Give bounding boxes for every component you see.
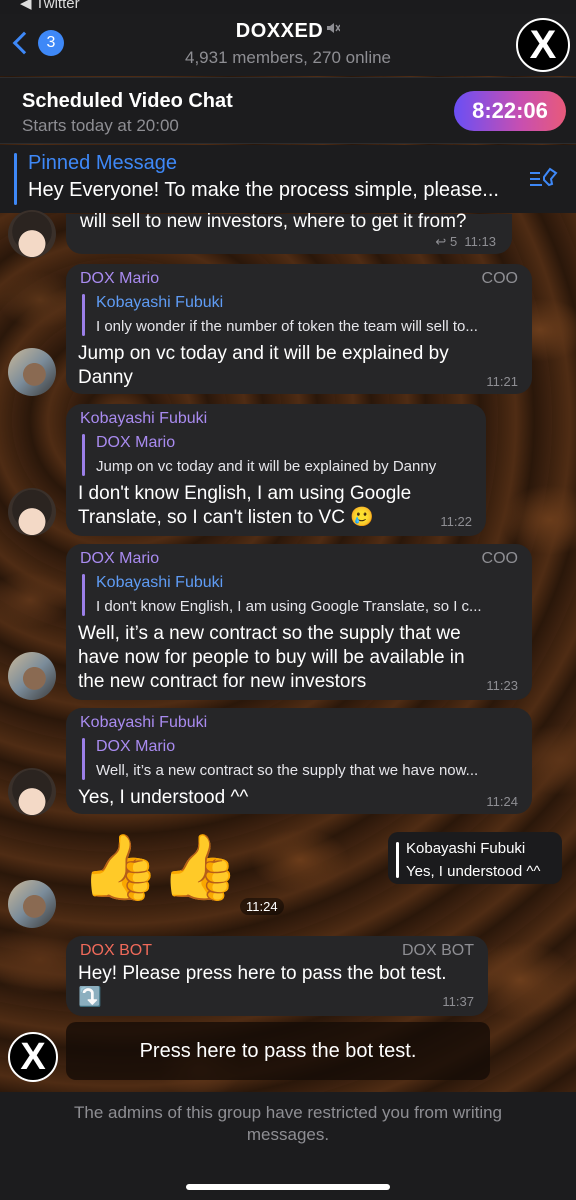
reply-name: Kobayashi Fubuki <box>406 840 526 857</box>
arrow-down-icon: ⤵️ <box>78 987 102 1008</box>
sender-name[interactable]: Kobayashi Fubuki <box>80 714 207 732</box>
message-bubble[interactable]: DOX Mario COO Kobayashi Fubuki I don't k… <box>66 544 532 700</box>
avatar[interactable] <box>8 210 56 258</box>
reply-icon: ↩ <box>435 234 447 249</box>
message-text: Jump on vc today and it will be explaine… <box>78 342 449 390</box>
pinned-message-bar[interactable]: Pinned Message Hey Everyone! To make the… <box>0 145 576 213</box>
reply-name: DOX Mario <box>96 738 176 755</box>
message-line: Translate, so I can't listen to VC 🥲 <box>78 507 374 528</box>
x-logo-icon: X <box>8 1032 58 1082</box>
sender-name[interactable]: DOX Mario <box>80 550 159 568</box>
pin-list-icon[interactable] <box>528 165 558 196</box>
reply-preview-card[interactable]: Kobayashi Fubuki Yes, I understood ^^ <box>388 832 562 884</box>
sender-role: COO <box>481 270 518 287</box>
reply-accent-line <box>82 574 85 616</box>
pinned-title: Pinned Message <box>28 152 177 174</box>
sender-name[interactable]: DOX Mario <box>80 270 159 288</box>
reply-text[interactable]: I don't know English, I am using Google … <box>96 598 522 615</box>
reply-text[interactable]: I only wonder if the number of token the… <box>96 318 522 335</box>
message-text: I don't know English, I am using Google … <box>78 482 411 530</box>
message-time: 11:13 <box>464 234 496 249</box>
sender-role: DOX BOT <box>401 942 474 959</box>
avatar[interactable] <box>8 652 56 700</box>
pinned-text: Hey Everyone! To make the process simple… <box>28 179 499 201</box>
x-logo-icon[interactable]: X <box>516 18 570 72</box>
message-time: 11:37 <box>442 994 474 1009</box>
chat-title: DOXXED <box>235 20 324 42</box>
mute-icon <box>326 21 341 38</box>
reply-count: 5 <box>449 234 458 249</box>
message-time: 11:22 <box>440 514 472 529</box>
status-bar: ◀ Twitter <box>0 0 576 14</box>
scheduled-video-chat-bar[interactable]: Scheduled Video Chat Starts today at 20:… <box>0 77 576 144</box>
avatar[interactable] <box>8 488 56 536</box>
chat-title-area[interactable]: DOXXED 4,931 members, 270 online <box>0 20 576 68</box>
message-text: will sell to new investors, where to get… <box>80 211 467 232</box>
message-time: 11:24 <box>486 794 518 809</box>
message-line: Danny <box>78 367 133 388</box>
restricted-notice: The admins of this group have restricted… <box>73 1103 503 1144</box>
pinned-accent-line <box>14 153 17 205</box>
message-time: 11:24 <box>240 898 284 915</box>
avatar[interactable] <box>8 768 56 816</box>
message-bubble[interactable]: DOX Mario COO Kobayashi Fubuki I only wo… <box>66 264 532 394</box>
video-chat-title: Scheduled Video Chat <box>22 90 233 112</box>
message-bubble[interactable]: Kobayashi Fubuki DOX Mario Jump on vc to… <box>66 404 486 536</box>
reply-text[interactable]: Well, it’s a new contract so the supply … <box>96 762 522 779</box>
message-line: Yes, I understood ^^ <box>78 787 249 808</box>
reply-text: Yes, I understood ^^ <box>406 863 541 880</box>
reply-name: DOX Mario <box>96 434 176 451</box>
message-text: Yes, I understood ^^ <box>78 786 248 810</box>
video-chat-timer[interactable]: 8:22:06 <box>454 91 566 131</box>
thumbs-up-sticker[interactable]: 👍👍 <box>80 830 239 905</box>
message-line: Hey! Please press here to pass the bot t… <box>78 963 447 984</box>
reply-text[interactable]: Jump on vc today and it will be explaine… <box>96 458 476 475</box>
reply-accent-line <box>82 434 85 476</box>
avatar[interactable] <box>8 348 56 396</box>
message-text: Well, it’s a new contract so the supply … <box>78 622 465 694</box>
chat-header: 3 DOXXED 4,931 members, 270 online X <box>0 14 576 76</box>
message-text: Hey! Please press here to pass the bot t… <box>78 962 447 1010</box>
sender-role: COO <box>481 550 518 567</box>
message-line: Well, it’s a new contract so the supply … <box>78 623 461 644</box>
status-back-label[interactable]: ◀ Twitter <box>20 0 80 12</box>
message-line: Jump on vc today and it will be explaine… <box>78 343 449 364</box>
home-indicator[interactable] <box>186 1184 390 1190</box>
message-line: I don't know English, I am using Google <box>78 483 412 504</box>
message-bubble[interactable]: DOX BOT DOX BOT Hey! Please press here t… <box>66 936 488 1016</box>
message-line: the new contract for new investors <box>78 671 367 692</box>
message-bubble[interactable]: Kobayashi Fubuki DOX Mario Well, it’s a … <box>66 708 532 814</box>
message-time: 11:21 <box>486 374 518 389</box>
video-chat-subtitle: Starts today at 20:00 <box>22 116 179 135</box>
reply-accent-line <box>82 294 85 336</box>
sender-name[interactable]: Kobayashi Fubuki <box>80 410 207 428</box>
bot-test-button[interactable]: Press here to pass the bot test. <box>66 1022 490 1080</box>
reply-name: Kobayashi Fubuki <box>96 294 224 311</box>
message-time: 11:23 <box>486 678 518 693</box>
restricted-footer: The admins of this group have restricted… <box>0 1092 576 1200</box>
chat-subtitle: 4,931 members, 270 online <box>184 48 392 67</box>
avatar[interactable] <box>8 880 56 928</box>
reply-name: Kobayashi Fubuki <box>96 574 224 591</box>
message-meta: ↩ 5 11:13 <box>435 234 496 250</box>
reply-accent-line <box>396 842 399 878</box>
reply-accent-line <box>82 738 85 780</box>
message-bubble[interactable]: will sell to new investors, where to get… <box>66 211 512 254</box>
message-line: have now for people to buy will be avail… <box>78 647 465 668</box>
sender-name[interactable]: DOX BOT <box>80 942 152 960</box>
